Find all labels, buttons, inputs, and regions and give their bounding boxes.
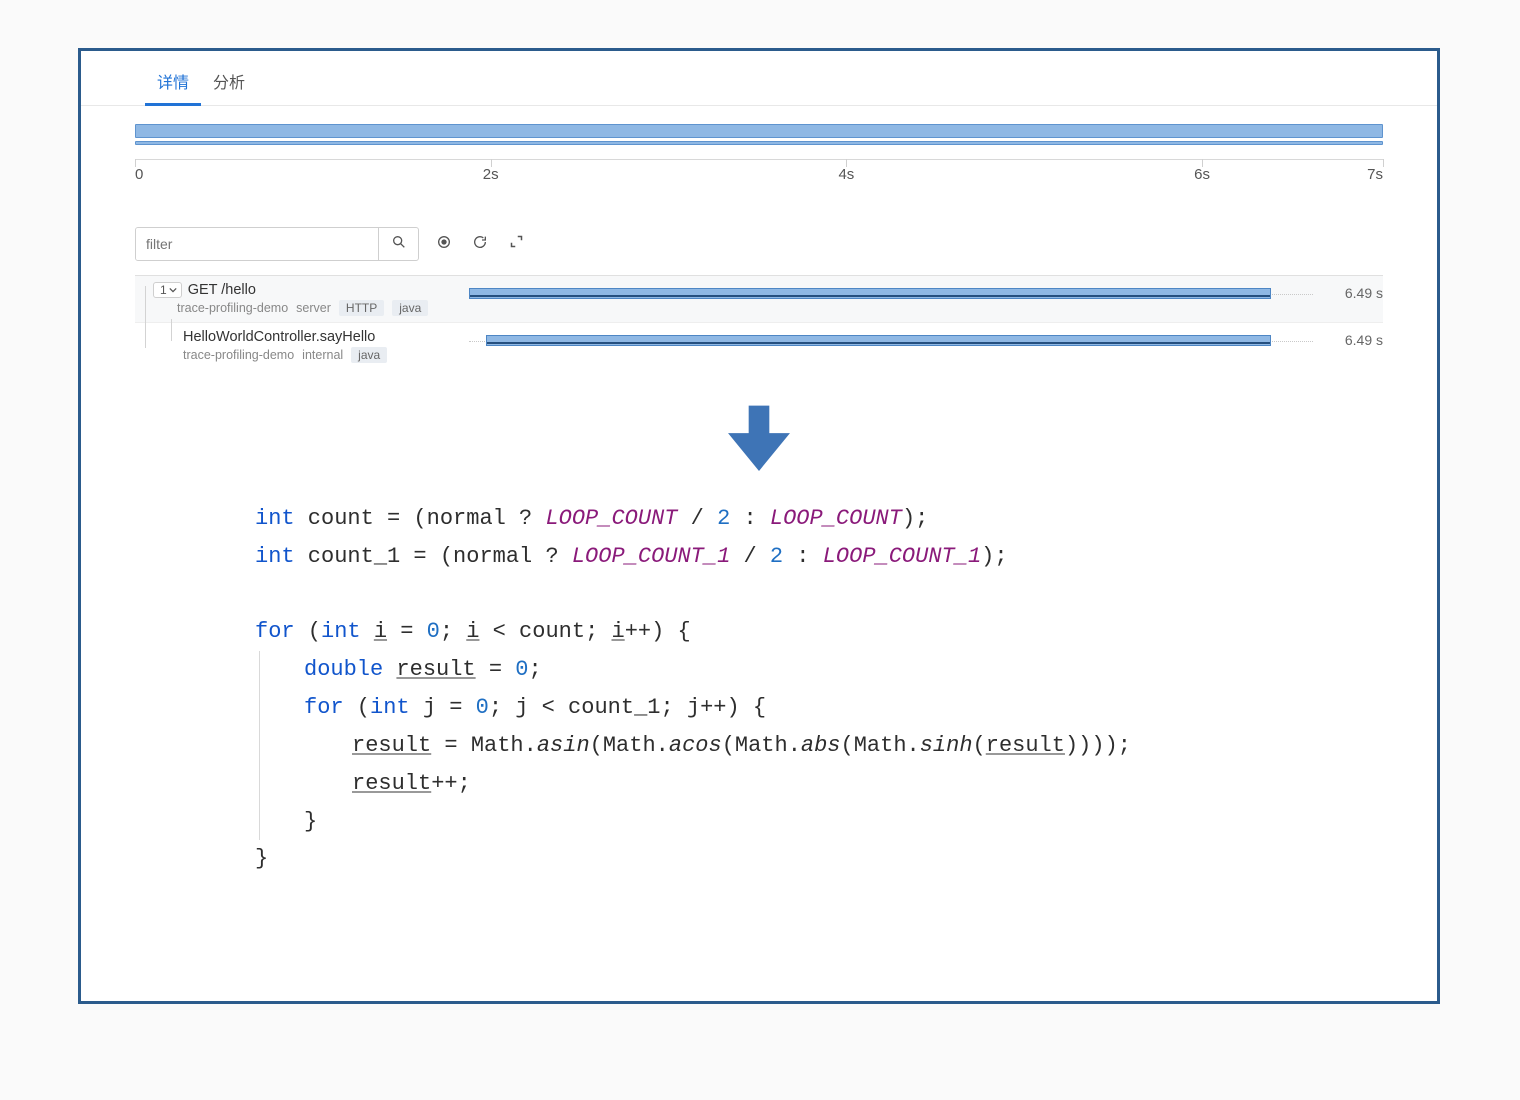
timeline-axis: 0 2s 4s 6s 7s	[135, 159, 1383, 193]
code-line: for (int j = 0; j < count_1; j++) {	[259, 689, 1263, 727]
code-line: result = Math.asin(Math.acos(Math.abs(Ma…	[259, 727, 1263, 765]
code-line: int count = (normal ? LOOP_COUNT / 2 : L…	[255, 500, 1263, 538]
span-tree-cell: HelloWorldController.sayHello trace-prof…	[135, 329, 469, 363]
span-tag: java	[351, 347, 387, 363]
app-frame: 详情 分析 0 2s 4s 6s 7s	[78, 48, 1440, 1004]
child-count-toggle[interactable]: 1	[153, 282, 182, 298]
span-bar[interactable]	[469, 288, 1271, 299]
span-service: trace-profiling-demo	[177, 301, 288, 315]
filter-input[interactable]	[136, 228, 378, 260]
code-line: int count_1 = (normal ? LOOP_COUNT_1 / 2…	[255, 538, 1263, 576]
span-service: trace-profiling-demo	[183, 348, 294, 362]
refresh-button[interactable]	[469, 233, 491, 255]
code-line: }	[255, 840, 1263, 878]
flow-arrow	[81, 397, 1437, 488]
timeline-range-bar-thin[interactable]	[135, 141, 1383, 145]
span-tree-cell: 1 GET /hello trace-profiling-demo server…	[135, 282, 469, 316]
tab-details[interactable]: 详情	[145, 61, 201, 106]
expand-button[interactable]	[505, 233, 527, 255]
arrow-down-icon	[716, 397, 802, 488]
expand-icon	[509, 234, 524, 254]
tab-bar: 详情 分析	[81, 61, 1437, 106]
code-line: }	[259, 803, 1263, 841]
code-line	[255, 576, 1263, 614]
span-duration: 6.49 s	[1313, 282, 1383, 301]
timeline-range-bar[interactable]	[135, 124, 1383, 138]
timeline-overview: 0 2s 4s 6s 7s	[81, 106, 1437, 193]
tick-7s: 7s	[1367, 166, 1383, 183]
span-bar-cell	[469, 329, 1313, 346]
focus-button[interactable]	[433, 233, 455, 255]
code-line: for (int i = 0; i < count; i++) {	[255, 613, 1263, 651]
tick-0: 0	[135, 166, 143, 183]
span-name: GET /hello	[188, 282, 256, 298]
toolbar	[81, 193, 1437, 275]
span-list: 1 GET /hello trace-profiling-demo server…	[81, 275, 1437, 369]
code-block: int count = (normal ? LOOP_COUNT / 2 : L…	[255, 500, 1263, 878]
refresh-icon	[472, 234, 488, 255]
tab-analysis[interactable]: 分析	[201, 61, 257, 105]
span-kind: server	[296, 301, 331, 315]
code-line: result++;	[259, 765, 1263, 803]
span-tag: java	[392, 300, 428, 316]
tick-4s: 4s	[838, 166, 854, 183]
tick-6s: 6s	[1194, 166, 1210, 183]
span-bar[interactable]	[486, 335, 1271, 346]
span-duration: 6.49 s	[1313, 329, 1383, 348]
filter-wrap	[135, 227, 419, 261]
filter-search-button[interactable]	[378, 228, 418, 260]
tick-2s: 2s	[483, 166, 499, 183]
span-row[interactable]: HelloWorldController.sayHello trace-prof…	[135, 322, 1383, 369]
search-icon	[391, 234, 407, 255]
target-icon	[436, 234, 452, 255]
span-name: HelloWorldController.sayHello	[183, 329, 375, 345]
count-value: 1	[160, 283, 167, 297]
span-kind: internal	[302, 348, 343, 362]
span-bar-cell	[469, 282, 1313, 299]
span-tag: HTTP	[339, 300, 384, 316]
span-row[interactable]: 1 GET /hello trace-profiling-demo server…	[135, 275, 1383, 322]
code-line: double result = 0;	[259, 651, 1263, 689]
